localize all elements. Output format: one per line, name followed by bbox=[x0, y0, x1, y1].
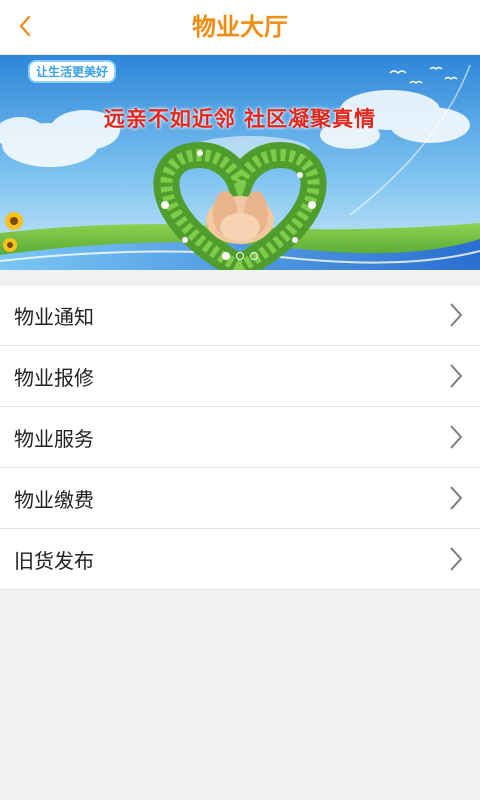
promo-banner[interactable]: 让生活更美好 远亲不如近邻 社区凝聚真情 bbox=[0, 55, 480, 270]
menu-item-label: 旧货发布 bbox=[14, 548, 94, 573]
chevron-right-icon bbox=[450, 425, 462, 449]
chevron-right-icon bbox=[450, 486, 462, 510]
chevron-right-icon bbox=[450, 364, 462, 388]
menu-item-label: 物业报修 bbox=[14, 365, 94, 390]
banner-logo: 让生活更美好 bbox=[28, 60, 117, 83]
banner-slogan: 远亲不如近邻 社区凝聚真情 bbox=[103, 107, 377, 131]
carousel-dot[interactable] bbox=[250, 252, 258, 260]
menu-item-service[interactable]: 物业服务 bbox=[0, 407, 480, 468]
carousel-dot[interactable] bbox=[236, 252, 244, 260]
menu-item-payment[interactable]: 物业缴费 bbox=[0, 468, 480, 529]
menu-item-repair[interactable]: 物业报修 bbox=[0, 346, 480, 407]
menu-item-label: 物业缴费 bbox=[14, 487, 94, 512]
carousel-indicator bbox=[0, 252, 480, 260]
menu-item-notice[interactable]: 物业通知 bbox=[0, 285, 480, 346]
menu-item-label: 物业通知 bbox=[14, 304, 94, 329]
banner-illustration bbox=[0, 55, 480, 270]
menu-item-label: 物业服务 bbox=[14, 426, 94, 451]
chevron-right-icon bbox=[450, 547, 462, 571]
page-title: 物业大厅 bbox=[192, 13, 288, 41]
menu-list: 物业通知 物业报修 物业服务 物业缴费 旧货发布 bbox=[0, 284, 480, 590]
menu-item-secondhand[interactable]: 旧货发布 bbox=[0, 529, 480, 590]
carousel-dot[interactable] bbox=[222, 252, 230, 260]
chevron-right-icon bbox=[450, 303, 462, 327]
app-header: 物业大厅 bbox=[0, 0, 480, 55]
